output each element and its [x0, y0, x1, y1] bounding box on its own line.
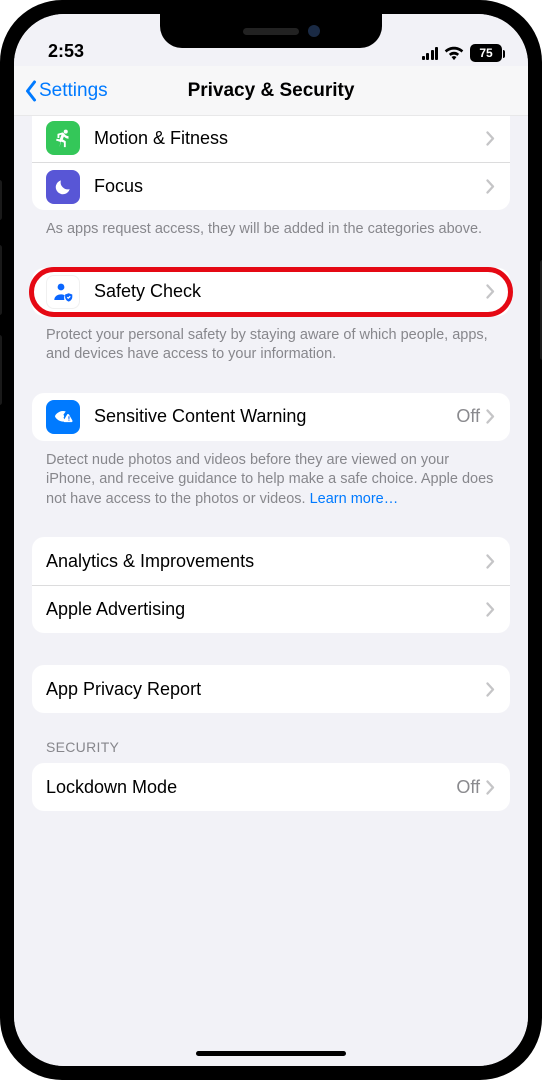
row-focus[interactable]: Focus — [32, 162, 510, 210]
row-sensitive-content[interactable]: Sensitive Content Warning Off — [32, 393, 510, 441]
row-value: Off — [456, 406, 480, 427]
status-time: 2:53 — [48, 41, 84, 62]
sensitive-group: Sensitive Content Warning Off — [32, 393, 510, 441]
row-label: Apple Advertising — [46, 593, 486, 626]
group-footer: As apps request access, they will be add… — [14, 210, 528, 246]
page-title: Privacy & Security — [188, 80, 355, 102]
row-safety-check[interactable]: Safety Check — [32, 268, 510, 316]
chevron-right-icon — [486, 780, 496, 795]
row-lockdown-mode[interactable]: Lockdown Mode Off — [32, 763, 510, 811]
group-footer: Protect your personal safety by staying … — [14, 316, 528, 371]
chevron-right-icon — [486, 131, 496, 146]
learn-more-link[interactable]: Learn more… — [310, 491, 399, 507]
row-value: Off — [456, 777, 480, 798]
privacy-report-group: App Privacy Report — [32, 665, 510, 713]
section-header-security: SECURITY — [14, 713, 528, 763]
row-app-privacy-report[interactable]: App Privacy Report — [32, 665, 510, 713]
settings-scroll-area[interactable]: Motion & Fitness Focus As apps request a… — [14, 116, 528, 1066]
home-indicator[interactable] — [196, 1051, 346, 1056]
chevron-right-icon — [486, 682, 496, 697]
row-analytics[interactable]: Analytics & Improvements — [32, 537, 510, 585]
analytics-group: Analytics & Improvements Apple Advertisi… — [32, 537, 510, 633]
row-label: Sensitive Content Warning — [94, 400, 456, 433]
person-shield-icon — [46, 275, 80, 309]
row-label: Lockdown Mode — [46, 771, 456, 804]
row-label: Safety Check — [94, 275, 486, 308]
runner-icon — [46, 121, 80, 155]
chevron-right-icon — [486, 179, 496, 194]
chevron-right-icon — [486, 602, 496, 617]
cellular-signal-icon — [422, 47, 439, 60]
safety-group: Safety Check — [32, 268, 510, 316]
chevron-right-icon — [486, 409, 496, 424]
back-button[interactable]: Settings — [24, 80, 108, 102]
moon-icon — [46, 170, 80, 204]
row-label: Analytics & Improvements — [46, 545, 486, 578]
row-label: Motion & Fitness — [94, 122, 486, 155]
chevron-left-icon — [24, 80, 39, 102]
security-group: Lockdown Mode Off — [32, 763, 510, 811]
row-motion-fitness[interactable]: Motion & Fitness — [32, 116, 510, 162]
navigation-bar: Settings Privacy & Security — [14, 66, 528, 116]
chevron-right-icon — [486, 284, 496, 299]
group-footer: Detect nude photos and videos before the… — [14, 441, 528, 516]
eye-warning-icon — [46, 400, 80, 434]
row-label: App Privacy Report — [46, 673, 486, 706]
battery-indicator: 75 — [470, 44, 502, 62]
row-apple-advertising[interactable]: Apple Advertising — [32, 585, 510, 633]
wifi-icon — [444, 45, 464, 61]
row-label: Focus — [94, 170, 486, 203]
chevron-right-icon — [486, 554, 496, 569]
back-label: Settings — [39, 80, 108, 102]
access-group: Motion & Fitness Focus — [32, 116, 510, 210]
